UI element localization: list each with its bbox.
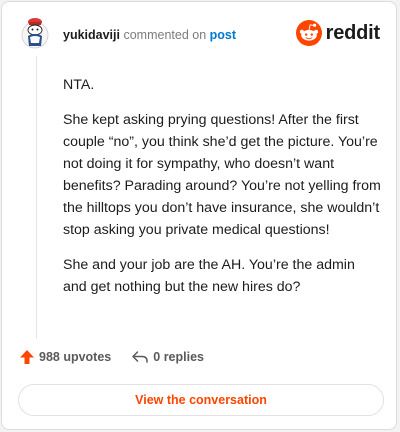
- comment-embed-card: yukidaviji commented on post reddit NTA.…: [1, 1, 397, 430]
- brand-name: reddit: [325, 21, 381, 44]
- comment-actions: 988 upvotes 0 replies: [19, 349, 204, 365]
- comment-paragraph: She kept asking prying questions! After …: [63, 112, 381, 238]
- reply-arrow-icon: [132, 351, 149, 363]
- thread-line: [36, 56, 37, 339]
- comment-body: NTA. She kept asking prying questions! A…: [63, 74, 381, 311]
- comment-paragraph: She and your job are the AH. You’re the …: [63, 257, 355, 295]
- reply-button[interactable]: 0 replies: [131, 349, 204, 365]
- username-link[interactable]: yukidaviji: [63, 28, 120, 42]
- reply-count: 0 replies: [153, 350, 204, 364]
- reddit-logo-icon: [295, 20, 322, 46]
- comment-meta: yukidaviji commented on post: [63, 28, 236, 42]
- reddit-brand[interactable]: reddit: [295, 20, 381, 46]
- upvote-arrow-icon: [20, 350, 34, 364]
- view-conversation-label: View the conversation: [135, 393, 267, 407]
- action-text: commented on: [123, 28, 207, 42]
- view-conversation-button[interactable]: View the conversation: [18, 384, 384, 416]
- upvote-button[interactable]: 988 upvotes: [19, 349, 111, 365]
- post-link[interactable]: post: [210, 28, 236, 42]
- user-avatar[interactable]: [20, 16, 50, 50]
- comment-header: yukidaviji commented on post reddit: [2, 2, 396, 62]
- comment-paragraph: NTA.: [63, 77, 95, 93]
- upvote-count: 988 upvotes: [39, 350, 112, 364]
